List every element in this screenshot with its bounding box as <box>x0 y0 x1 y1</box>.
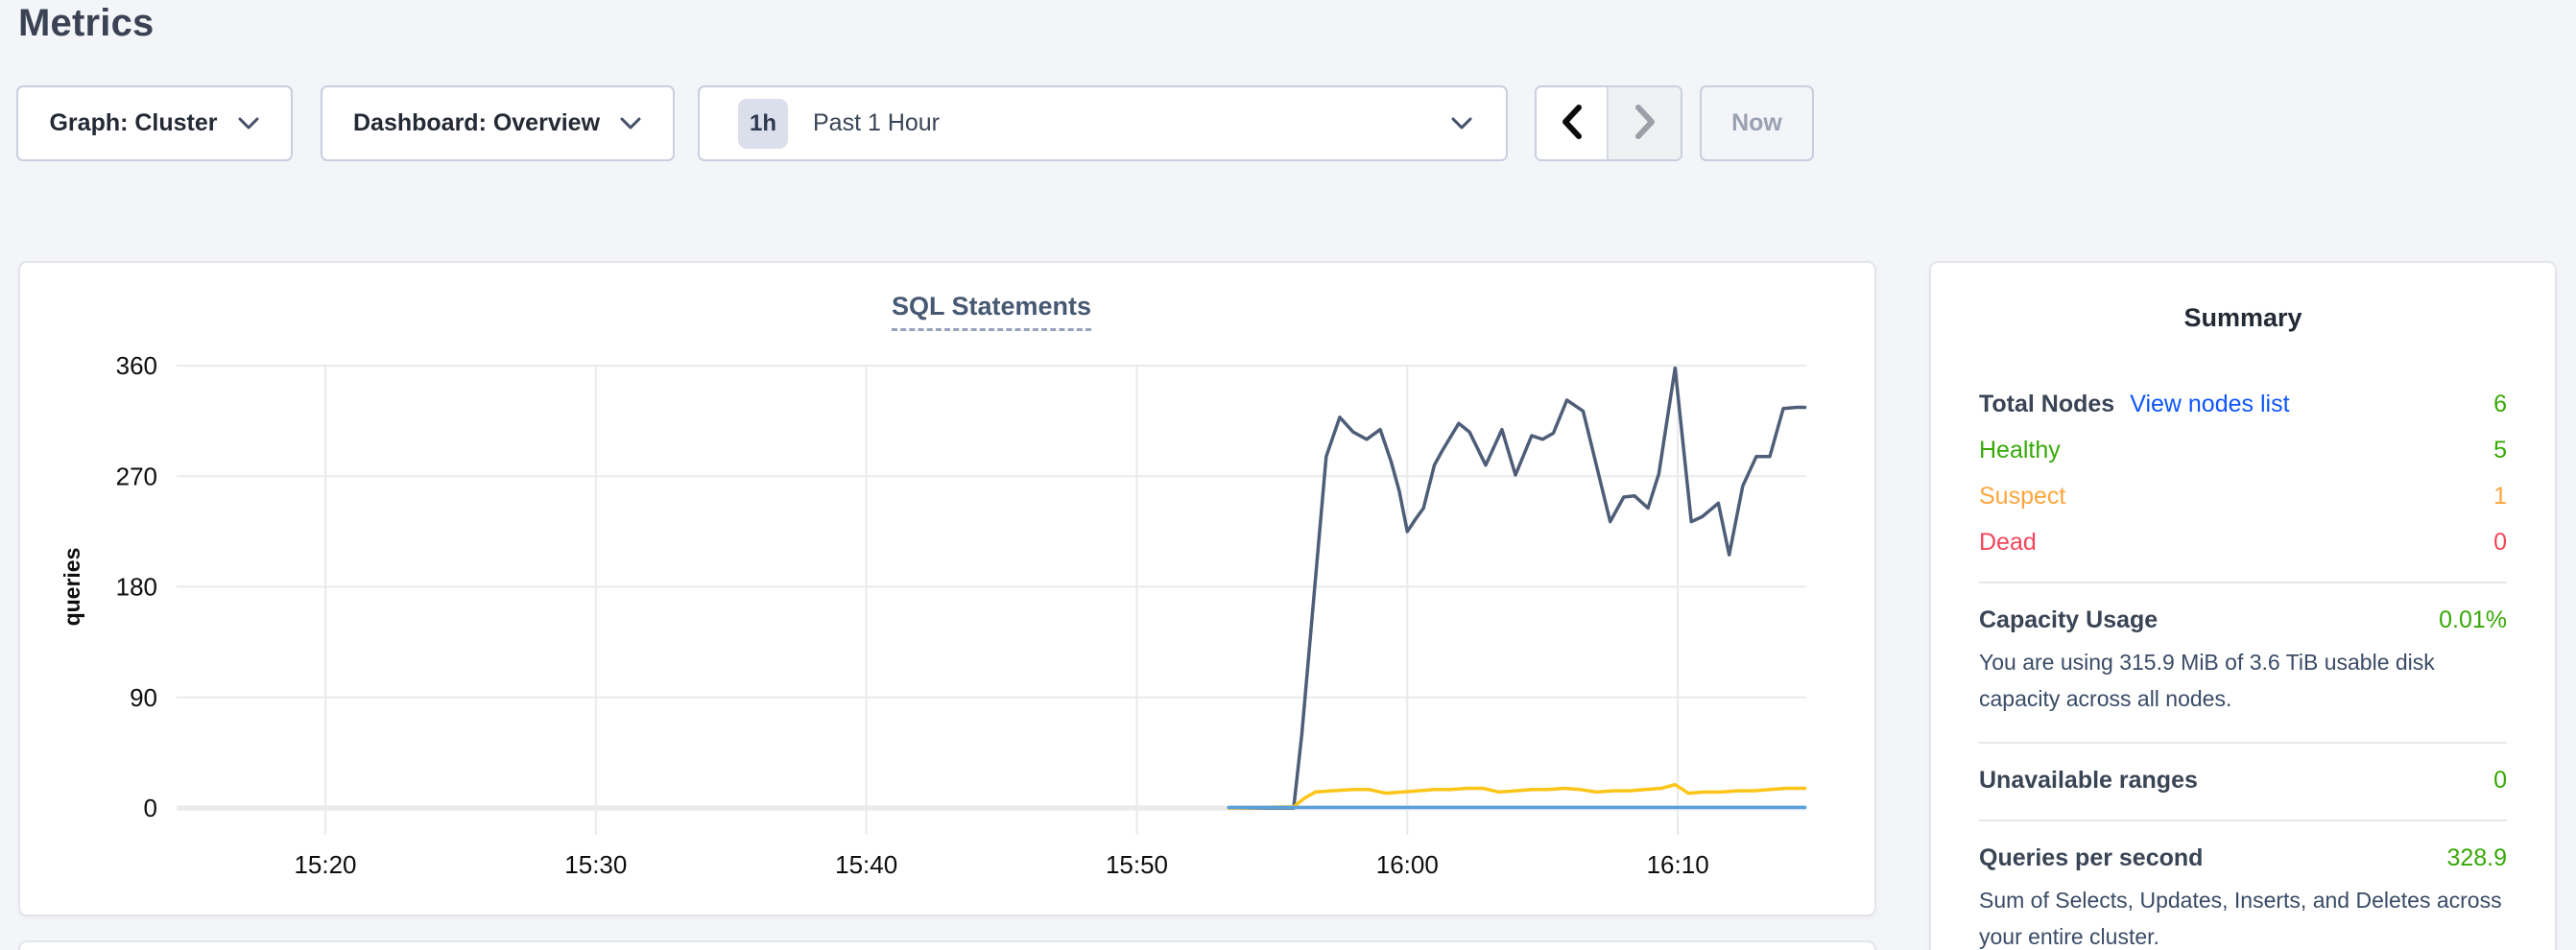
metrics-page: Metrics Graph: Cluster Dashboard: Overvi… <box>0 0 2576 950</box>
capacity-section: Capacity Usage 0.01% You are using 315.9… <box>1979 606 2507 717</box>
time-forward-button[interactable] <box>1609 87 1681 159</box>
chart-title-row: SQL Statements <box>177 292 1806 331</box>
suspect-label: Suspect <box>1979 483 2065 511</box>
chevron-left-icon <box>1559 104 1586 143</box>
time-back-button[interactable] <box>1537 87 1609 159</box>
unavailable-ranges-section: Unavailable ranges 0 <box>1979 767 2507 795</box>
summary-title: Summary <box>1979 303 2507 333</box>
dead-label: Dead <box>1979 529 2037 557</box>
svg-text:16:00: 16:00 <box>1376 850 1439 879</box>
qps-section: Queries per second 328.9 Sum of Selects,… <box>1979 844 2507 950</box>
svg-text:16:10: 16:10 <box>1647 850 1709 879</box>
view-nodes-list-link[interactable]: View nodes list <box>2130 391 2289 418</box>
page-title: Metrics <box>18 2 154 45</box>
qps-label: Queries per second <box>1979 844 2203 872</box>
time-range-label: Past 1 Hour <box>813 109 940 137</box>
dashboard-dropdown[interactable]: Dashboard: Overview <box>321 85 675 161</box>
divider <box>1979 582 2507 583</box>
healthy-nodes-row: Healthy 5 <box>1979 437 2507 464</box>
svg-text:15:20: 15:20 <box>294 850 356 879</box>
capacity-label: Capacity Usage <box>1979 606 2158 634</box>
capacity-value: 0.01% <box>2439 606 2507 634</box>
unavailable-ranges-row: Unavailable ranges 0 <box>1979 767 2507 795</box>
total-nodes-label: Total Nodes <box>1979 391 2114 418</box>
qps-value: 328.9 <box>2446 844 2507 872</box>
next-chart-card <box>18 940 1876 950</box>
healthy-value: 5 <box>2493 437 2507 464</box>
divider <box>1979 819 2507 821</box>
total-nodes-row: Total Nodes View nodes list 6 <box>1979 391 2507 418</box>
now-button[interactable]: Now <box>1700 85 1814 161</box>
suspect-value: 1 <box>2493 483 2507 511</box>
qps-description: Sum of Selects, Updates, Inserts, and De… <box>1979 882 2507 950</box>
svg-text:0: 0 <box>144 794 157 822</box>
unavailable-ranges-label: Unavailable ranges <box>1979 767 2198 795</box>
node-status-rows: Total Nodes View nodes list 6 Healthy 5 … <box>1979 391 2507 557</box>
svg-text:15:50: 15:50 <box>1106 850 1168 879</box>
sql-statements-chart-card: 15:20 15:30 15:40 15:50 16:00 16:10 0 90 180 270 3… <box>18 261 1876 916</box>
svg-text:90: 90 <box>130 683 157 712</box>
chevron-down-icon <box>619 116 642 131</box>
capacity-description: You are using 315.9 MiB of 3.6 TiB usabl… <box>1979 644 2507 717</box>
qps-row: Queries per second 328.9 <box>1979 844 2507 872</box>
healthy-label: Healthy <box>1979 437 2061 464</box>
suspect-nodes-row: Suspect 1 <box>1979 483 2507 511</box>
graph-dropdown-label: Graph: Cluster <box>49 109 217 137</box>
graph-dropdown[interactable]: Graph: Cluster <box>16 85 293 161</box>
svg-text:15:40: 15:40 <box>835 850 897 879</box>
time-step-buttons <box>1535 85 1682 161</box>
time-range-badge: 1h <box>738 99 788 149</box>
svg-text:270: 270 <box>116 462 157 490</box>
capacity-row: Capacity Usage 0.01% <box>1979 606 2507 634</box>
dashboard-dropdown-label: Dashboard: Overview <box>353 109 600 137</box>
svg-text:180: 180 <box>116 573 157 602</box>
svg-text:queries: queries <box>60 548 84 627</box>
summary-panel: Summary Total Nodes View nodes list 6 He… <box>1929 261 2557 950</box>
total-nodes-value: 6 <box>2493 391 2507 418</box>
dead-nodes-row: Dead 0 <box>1979 529 2507 557</box>
time-range-selector[interactable]: 1h Past 1 Hour <box>698 85 1508 161</box>
divider <box>1979 742 2507 744</box>
chevron-right-icon <box>1632 104 1658 143</box>
chevron-down-icon <box>237 116 260 131</box>
unavailable-ranges-value: 0 <box>2493 767 2507 795</box>
sql-statements-chart[interactable]: 15:20 15:30 15:40 15:50 16:00 16:10 0 90 180 270 3… <box>20 263 1878 918</box>
chevron-down-icon <box>1450 116 1473 131</box>
svg-text:360: 360 <box>116 351 157 380</box>
dead-value: 0 <box>2493 529 2507 557</box>
chart-title[interactable]: SQL Statements <box>892 292 1091 331</box>
svg-text:15:30: 15:30 <box>564 850 627 879</box>
toolbar: Graph: Cluster Dashboard: Overview 1h Pa… <box>0 85 2576 161</box>
